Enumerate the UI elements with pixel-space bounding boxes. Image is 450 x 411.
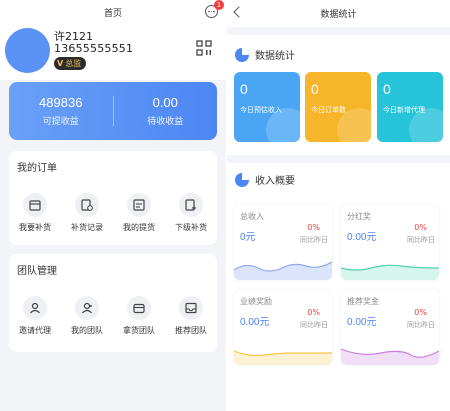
team-title: 团队管理 (17, 266, 57, 277)
tile-label: 今日订单数 (311, 106, 346, 114)
pie-chart-icon (235, 172, 249, 187)
wave-sparkline (341, 348, 439, 365)
order-item-restock[interactable]: 我要补货 (10, 193, 60, 233)
role-badge: V 总监 (54, 57, 87, 70)
pending-earnings: 0.00 待收收益 (114, 95, 218, 127)
order-item-label: 下级补货 (175, 223, 207, 232)
income-overview-title: 收入概要 (235, 172, 295, 187)
home-header: 首页 1 (0, 0, 226, 24)
inbox-icon (179, 296, 203, 320)
tile-new-agents[interactable]: 0 今日新增代理 (377, 72, 443, 142)
orders-card: 我的订单 我要补货 补货记录 我的提货 下级补货 (9, 151, 217, 245)
v-icon: V (57, 59, 64, 68)
team-item-pickup-team[interactable]: 拿货团队 (114, 296, 164, 336)
profile-section: 许2121 13655555551 V 总监 (0, 24, 226, 80)
mini-percent: 0% (414, 223, 427, 232)
withdrawable-earnings: 489836 可提收益 (9, 95, 113, 127)
tile-value: 0 (383, 81, 391, 97)
tile-estimated-income[interactable]: 0 今日预估收入 (234, 72, 300, 142)
tile-value: 0 (311, 81, 319, 97)
tile-order-count[interactable]: 0 今日订单数 (305, 72, 371, 142)
message-badge: 1 (214, 0, 224, 10)
wave-sparkline (234, 350, 332, 365)
mini-value: 0.00元 (347, 317, 377, 328)
mini-compare: 同比昨日 (407, 236, 435, 244)
team-icon (75, 296, 99, 320)
wave-sparkline (341, 264, 439, 280)
statistics-header: 数据统计 (227, 0, 450, 27)
mini-title: 总收入 (240, 212, 264, 221)
mini-percent: 0% (307, 223, 320, 232)
home-pane: 首页 1 许2121 13655555551 V 总监 489836 可提收益 … (0, 0, 226, 411)
mini-value: 0.00元 (347, 232, 377, 243)
earning-label: 待收收益 (147, 117, 184, 127)
orders-title: 我的订单 (17, 163, 57, 174)
mini-dividend[interactable]: 分红奖 0.00元 0% 同比昨日 (341, 205, 439, 280)
mini-title: 业绩奖励 (240, 297, 272, 306)
mini-compare: 同比昨日 (300, 236, 328, 244)
order-item-sub-restock[interactable]: 下级补货 (166, 193, 216, 233)
mini-compare: 同比昨日 (407, 321, 435, 329)
mini-title: 分红奖 (347, 212, 371, 221)
mini-percent: 0% (307, 308, 320, 317)
mini-value: 0元 (240, 232, 256, 243)
mini-percent: 0% (414, 308, 427, 317)
back-arrow-icon[interactable] (233, 6, 245, 18)
income-overview-section: 收入概要 (227, 163, 450, 411)
pie-chart-icon (235, 47, 249, 62)
mini-title: 推荐奖金 (347, 297, 379, 306)
team-card: 团队管理 邀请代理 我的团队 拿货团队 推荐团队 (9, 254, 217, 352)
team-item-label: 推荐团队 (175, 326, 207, 335)
mini-referral-bonus[interactable]: 推荐奖金 0.00元 0% 同比昨日 (341, 290, 439, 365)
user-phone: 13655555551 (54, 42, 134, 55)
data-stats-title: 数据统计 (235, 47, 295, 62)
team-item-label: 我的团队 (71, 326, 103, 335)
mini-compare: 同比昨日 (300, 321, 328, 329)
mini-value: 0.00元 (240, 317, 270, 328)
calendar-icon (23, 193, 47, 217)
team-item-label: 拿货团队 (123, 326, 155, 335)
team-item-referral[interactable]: 推荐团队 (166, 296, 216, 336)
pickup-icon (127, 193, 151, 217)
team-item-invite[interactable]: 邀请代理 (10, 296, 60, 336)
wave-sparkline (234, 261, 332, 280)
order-item-label: 我的提货 (123, 223, 155, 232)
role-label: 总监 (65, 59, 82, 68)
person-icon (23, 296, 47, 320)
earning-value: 0.00 (152, 95, 178, 110)
page-title: 数据统计 (320, 10, 357, 20)
mini-total-income[interactable]: 总收入 0元 0% 同比昨日 (234, 205, 332, 280)
earning-value: 489836 (39, 95, 83, 110)
statistics-pane: 数据统计 数据统计 0 今日预估收入 0 今日订单数 0 今日新增代理 收入概要… (227, 0, 450, 411)
tile-value: 0 (240, 81, 248, 97)
order-item-pickup[interactable]: 我的提货 (114, 193, 164, 233)
order-item-label: 我要补货 (19, 223, 51, 232)
mini-performance-reward[interactable]: 业绩奖励 0.00元 0% 同比昨日 (234, 290, 332, 365)
add-calendar-icon (179, 193, 203, 217)
order-item-restock-record[interactable]: 补货记录 (62, 193, 112, 233)
order-item-label: 补货记录 (71, 223, 103, 232)
wallet-icon (127, 296, 151, 320)
team-item-label: 邀请代理 (19, 326, 51, 335)
record-icon (75, 193, 99, 217)
earnings-card[interactable]: 489836 可提收益 0.00 待收收益 (9, 82, 217, 140)
team-item-my-team[interactable]: 我的团队 (62, 296, 112, 336)
earning-label: 可提收益 (42, 117, 79, 127)
section-title-text: 数据统计 (255, 51, 295, 62)
page-title: 首页 (103, 8, 122, 19)
qr-code-icon[interactable] (196, 40, 212, 56)
section-title-text: 收入概要 (255, 176, 295, 187)
avatar[interactable] (5, 28, 50, 73)
